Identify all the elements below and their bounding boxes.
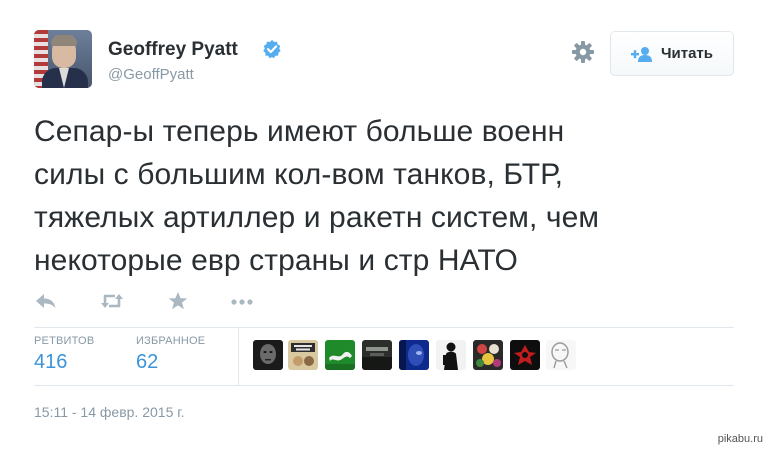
retweets-stat[interactable]: РЕТВИТОВ 416 [34, 335, 94, 374]
favoriter-avatar[interactable] [325, 340, 355, 370]
retweet-icon[interactable] [100, 291, 124, 311]
follow-button[interactable]: Читать [610, 31, 734, 76]
favoriter-avatar[interactable] [473, 340, 503, 370]
avatar[interactable] [34, 30, 92, 88]
author-handle[interactable]: @GeoffPyatt [108, 66, 194, 83]
divider [34, 385, 734, 386]
watermark: pikabu.ru [717, 433, 763, 445]
tweet-timestamp[interactable]: 15:11 - 14 февр. 2015 г. [34, 404, 185, 420]
tweet-line: Сепар-ы теперь имеют больше военн [34, 115, 565, 148]
favoriter-avatar[interactable] [253, 340, 283, 370]
favoriter-avatar[interactable] [399, 340, 429, 370]
favorites-stat[interactable]: ИЗБРАННОЕ 62 [136, 335, 205, 374]
favorites-label: ИЗБРАННОЕ [136, 335, 206, 347]
retweets-label: РЕТВИТОВ [34, 335, 95, 347]
more-icon[interactable] [230, 291, 254, 311]
follow-button-label: Читать [660, 45, 714, 62]
add-user-icon [630, 46, 652, 62]
favoriter-avatar[interactable] [362, 340, 392, 370]
stats-divider [238, 328, 239, 385]
gear-icon[interactable] [571, 40, 595, 64]
verified-badge-icon [263, 40, 281, 59]
favorites-count: 62 [136, 351, 159, 373]
favorite-icon[interactable] [166, 291, 190, 311]
tweet-line: тяжелых артиллер и ракетн систем, чем [34, 201, 600, 234]
retweets-count: 416 [34, 351, 68, 373]
favoriter-avatar[interactable] [510, 340, 540, 370]
favoriter-avatar[interactable] [288, 340, 318, 370]
tweet-text: Сепар-ы теперь имеют больше военн силы с… [34, 110, 734, 282]
tweet-line: некоторые евр страны и стр НАТО [34, 244, 518, 277]
reply-icon[interactable] [34, 291, 58, 311]
divider [34, 327, 734, 328]
tweet-card: Geoffrey Pyatt @GeoffPyatt Читать Сепар- [0, 0, 769, 450]
tweet-line: силы с большим кол-вом танков, БТР, [34, 158, 564, 191]
favoriter-avatar[interactable] [436, 340, 466, 370]
author-name[interactable]: Geoffrey Pyatt [108, 39, 238, 61]
favoriter-avatar[interactable] [546, 340, 576, 370]
